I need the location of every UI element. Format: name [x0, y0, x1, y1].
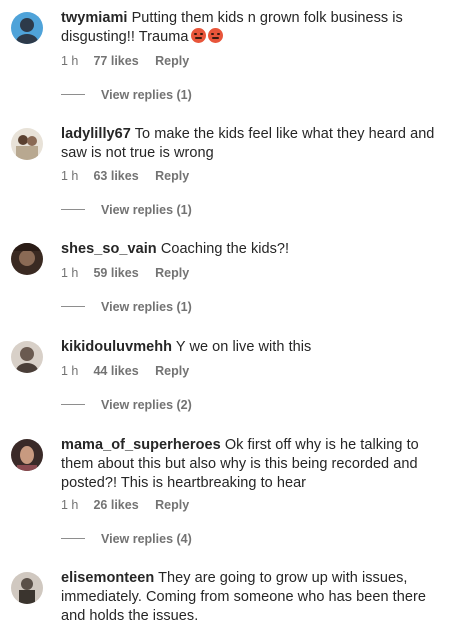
comment-text: Coaching the kids?! [160, 241, 290, 257]
view-replies-button[interactable]: View replies (2) [61, 398, 192, 412]
avatar-image [11, 341, 43, 373]
reply-button[interactable]: Reply [155, 498, 189, 512]
avatar[interactable] [11, 243, 43, 275]
avatar[interactable] [11, 341, 43, 373]
angry-face-icon [207, 28, 223, 43]
comment-meta: 1 h 59 likes Reply [61, 266, 189, 280]
avatar-image [11, 243, 43, 275]
comment-username[interactable]: ladylilly67 [61, 126, 131, 142]
divider-line [61, 306, 85, 308]
reply-button[interactable]: Reply [155, 54, 189, 68]
comment-username[interactable]: shes_so_vain [61, 241, 157, 257]
avatar-image [11, 128, 43, 160]
likes-count[interactable]: 26 likes [93, 498, 138, 512]
comment-text: Y we on live with this [175, 339, 312, 355]
avatar[interactable] [11, 12, 43, 44]
comment-time: 1 h [61, 364, 79, 378]
comment-meta: 1 h 26 likes Reply [61, 498, 189, 512]
comment-username[interactable]: mama_of_superheroes [61, 437, 221, 453]
view-replies-label: View replies (1) [101, 203, 192, 217]
likes-count[interactable]: 59 likes [93, 266, 138, 280]
view-replies-button[interactable]: View replies (1) [61, 203, 192, 217]
reply-button[interactable]: Reply [155, 364, 189, 378]
divider-line [61, 538, 85, 540]
comment-meta: 1 h 44 likes Reply [61, 364, 189, 378]
comment-time: 1 h [61, 498, 79, 512]
reply-button[interactable]: Reply [155, 266, 189, 280]
view-replies-button[interactable]: View replies (1) [61, 300, 192, 314]
view-replies-label: View replies (4) [101, 532, 192, 546]
view-replies-label: View replies (2) [101, 398, 192, 412]
divider-line [61, 209, 85, 211]
view-replies-label: View replies (1) [101, 88, 192, 102]
comment-time: 1 h [61, 169, 79, 183]
comment-meta: 1 h 77 likes Reply [61, 54, 189, 68]
likes-count[interactable]: 44 likes [93, 364, 138, 378]
avatar[interactable] [11, 572, 43, 604]
comment-username[interactable]: kikidouluvmehh [61, 339, 172, 355]
angry-face-icon [190, 28, 206, 43]
reply-button[interactable]: Reply [155, 169, 189, 183]
view-replies-button[interactable]: View replies (1) [61, 88, 192, 102]
avatar[interactable] [11, 128, 43, 160]
likes-count[interactable]: 63 likes [93, 169, 138, 183]
view-replies-label: View replies (1) [101, 300, 192, 314]
likes-count[interactable]: 77 likes [93, 54, 138, 68]
comment-time: 1 h [61, 54, 79, 68]
comment-username[interactable]: elisemonteen [61, 570, 154, 586]
comment-meta: 1 h 63 likes Reply [61, 169, 189, 183]
view-replies-button[interactable]: View replies (4) [61, 532, 192, 546]
avatar-image [11, 12, 43, 44]
avatar[interactable] [11, 439, 43, 471]
comment-time: 1 h [61, 266, 79, 280]
avatar-image [11, 572, 43, 604]
comment-username[interactable]: twymiami [61, 10, 127, 26]
divider-line [61, 94, 85, 96]
divider-line [61, 404, 85, 406]
avatar-image [11, 439, 43, 471]
